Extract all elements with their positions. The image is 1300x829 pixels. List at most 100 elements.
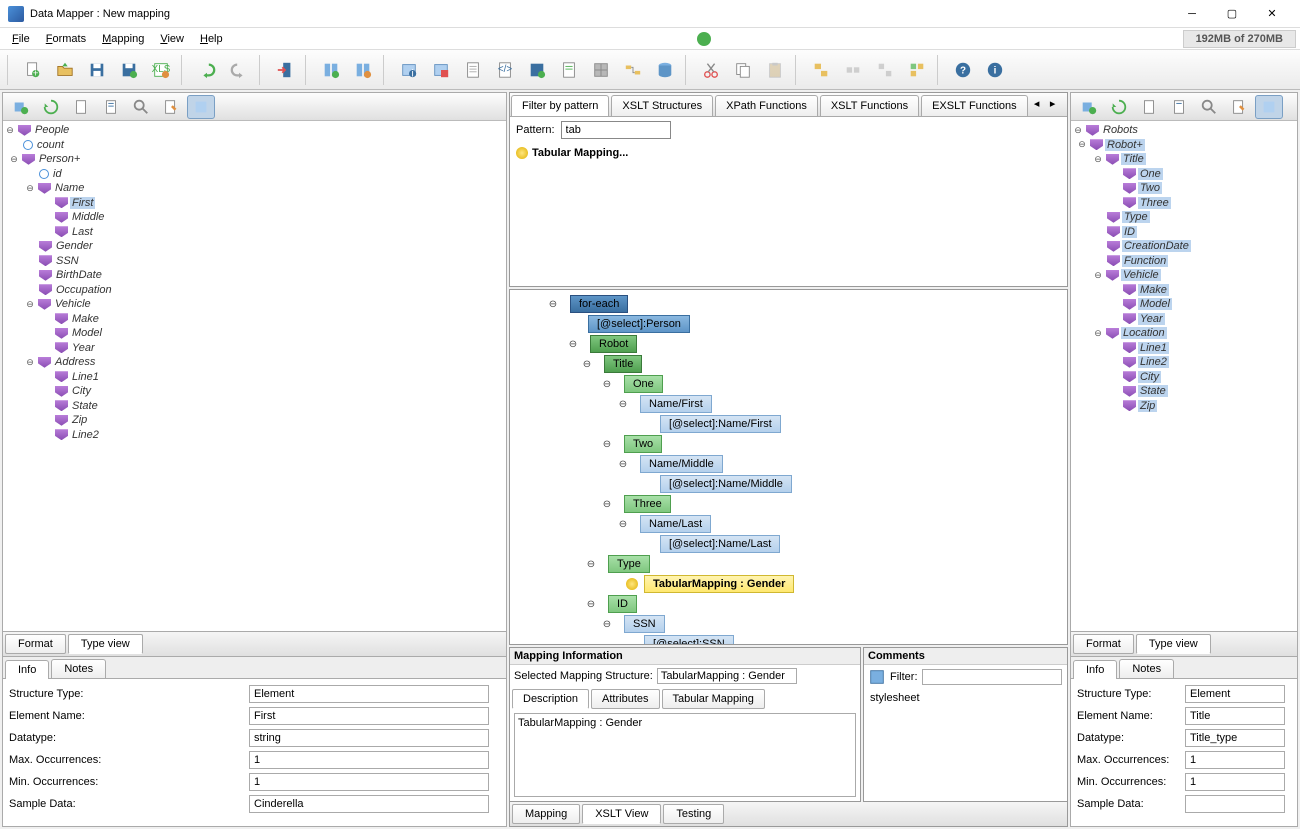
expand-handle[interactable]: ⊖ [25, 357, 35, 367]
highlight-icon[interactable] [187, 95, 215, 119]
tree-node-line2[interactable]: Line2 [1138, 356, 1169, 368]
expand-handle[interactable]: ⊖ [568, 339, 578, 350]
tree-node-title[interactable]: Title [1121, 153, 1146, 165]
box-tabular-gender[interactable]: TabularMapping : Gender [644, 575, 794, 593]
tree-node-first[interactable]: First [70, 197, 95, 209]
expand-handle[interactable]: ⊖ [582, 359, 592, 370]
description-textarea[interactable]: TabularMapping : Gender [514, 713, 856, 797]
selected-struct-input[interactable] [657, 668, 797, 684]
clipboard-icon[interactable] [67, 95, 95, 119]
tree-node-occ[interactable]: Occupation [54, 284, 114, 296]
copy-icon[interactable] [728, 55, 758, 85]
expand-handle[interactable]: ⊖ [602, 379, 612, 390]
tab-xpath[interactable]: XPath Functions [715, 95, 818, 116]
box-title[interactable]: Title [604, 355, 642, 373]
right-tree[interactable]: ⊖Robots ⊖Robot+ ⊖Title One Two Three Typ… [1071, 121, 1297, 631]
input-elem[interactable] [249, 707, 489, 725]
input-max[interactable] [1185, 751, 1285, 769]
box-name-middle[interactable]: Name/Middle [640, 455, 723, 473]
box-name-first[interactable]: Name/First [640, 395, 712, 413]
redo-icon[interactable] [224, 55, 254, 85]
clipboard-icon[interactable] [1135, 95, 1163, 119]
paste-icon[interactable] [760, 55, 790, 85]
menu-file[interactable]: File [4, 31, 38, 47]
tree-node-people[interactable]: People [33, 124, 71, 136]
box-sel-ssn[interactable]: [@select]:SSN [644, 635, 734, 645]
menu-view[interactable]: View [152, 31, 192, 47]
expand-handle[interactable]: ⊖ [586, 559, 596, 570]
tree-node-two[interactable]: Two [1138, 182, 1162, 194]
info-a-icon[interactable]: i [394, 55, 424, 85]
tree-node-year[interactable]: Year [1138, 313, 1165, 325]
input-elem[interactable] [1185, 707, 1285, 725]
tree-node-ssn[interactable]: SSN [54, 255, 81, 267]
list-icon[interactable] [97, 95, 125, 119]
input-dtype[interactable] [249, 729, 489, 747]
box-name-last[interactable]: Name/Last [640, 515, 711, 533]
add-node-icon[interactable] [1075, 95, 1103, 119]
menu-help[interactable]: Help [192, 31, 231, 47]
tab-notes[interactable]: Notes [1119, 659, 1174, 678]
tree-node-vehicle[interactable]: Vehicle [53, 298, 93, 310]
box-sel-person[interactable]: [@select]:Person [588, 315, 690, 333]
box-three[interactable]: Three [624, 495, 671, 513]
expand-handle[interactable]: ⊖ [5, 125, 15, 135]
box-type[interactable]: Type [608, 555, 650, 573]
expand-handle[interactable]: ⊖ [602, 439, 612, 450]
search-icon[interactable] [127, 95, 155, 119]
mapping-canvas[interactable]: ⊖for-each [@select]:Person ⊖Robot ⊖Title… [509, 289, 1068, 645]
tree-node-state[interactable]: State [1138, 385, 1168, 397]
expand-handle[interactable]: ⊖ [25, 183, 35, 193]
grid-icon[interactable] [586, 55, 616, 85]
left-tree[interactable]: ⊖People count ⊖Person+ id ⊖Name First Mi… [3, 121, 506, 631]
expand-handle[interactable]: ⊖ [1093, 270, 1103, 280]
filter-result-item[interactable]: Tabular Mapping... [516, 147, 1061, 159]
tree-node-middle[interactable]: Middle [70, 211, 106, 223]
tree-node-creation[interactable]: CreationDate [1122, 240, 1191, 252]
tab-mapping[interactable]: Mapping [512, 804, 580, 824]
tree-node-model[interactable]: Model [1138, 298, 1172, 310]
tab-attributes[interactable]: Attributes [591, 689, 659, 709]
edit-icon[interactable] [157, 95, 185, 119]
tree-node-robots[interactable]: Robots [1101, 124, 1140, 136]
menu-formats[interactable]: Formats [38, 31, 94, 47]
box-sel-name-middle[interactable]: [@select]:Name/Middle [660, 475, 792, 493]
expand-handle[interactable]: ⊖ [602, 499, 612, 510]
format-a-icon[interactable] [316, 55, 346, 85]
db-icon[interactable] [650, 55, 680, 85]
box-one[interactable]: One [624, 375, 663, 393]
expand-handle[interactable]: ⊖ [618, 519, 628, 530]
refresh-icon[interactable] [37, 95, 65, 119]
tab-typeview[interactable]: Type view [68, 634, 143, 654]
box-sel-name-last[interactable]: [@select]:Name/Last [660, 535, 780, 553]
tree-node-count[interactable]: count [35, 139, 66, 151]
tree-node-city[interactable]: City [70, 385, 93, 397]
expand-handle[interactable]: ⊖ [1073, 125, 1083, 135]
help-icon[interactable]: ? [948, 55, 978, 85]
expand-handle[interactable]: ⊖ [618, 459, 628, 470]
align-d-icon[interactable] [902, 55, 932, 85]
tree-node-address[interactable]: Address [53, 356, 97, 368]
tree-node-zip[interactable]: Zip [70, 414, 89, 426]
tree-node-model[interactable]: Model [70, 327, 104, 339]
code-icon[interactable]: </> [490, 55, 520, 85]
tree-node-one[interactable]: One [1138, 168, 1163, 180]
expand-handle[interactable]: ⊖ [1093, 154, 1103, 164]
xls-icon[interactable]: XLS [146, 55, 176, 85]
box-robot[interactable]: Robot [590, 335, 637, 353]
tree-node-gender[interactable]: Gender [54, 240, 95, 252]
tab-filter[interactable]: Filter by pattern [511, 95, 609, 116]
save-icon[interactable] [82, 55, 112, 85]
input-struct[interactable] [249, 685, 489, 703]
tree-node-type[interactable]: Type [1122, 211, 1150, 223]
input-dtype[interactable] [1185, 729, 1285, 747]
tab-format[interactable]: Format [1073, 634, 1134, 654]
link-icon[interactable] [618, 55, 648, 85]
tree-node-id[interactable]: ID [1122, 226, 1137, 238]
expand-handle[interactable]: ⊖ [602, 619, 612, 630]
tab-exslt[interactable]: EXSLT Functions [921, 95, 1028, 116]
highlight-icon[interactable] [1255, 95, 1283, 119]
tab-testing[interactable]: Testing [663, 804, 724, 824]
tab-typeview[interactable]: Type view [1136, 634, 1211, 654]
tree-node-year[interactable]: Year [70, 342, 97, 354]
